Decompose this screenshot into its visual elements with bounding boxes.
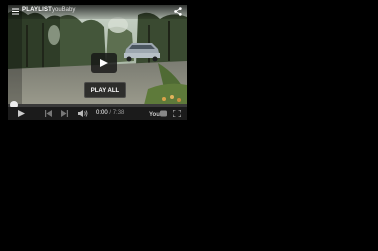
skip-next-icon[interactable]: [61, 110, 68, 117]
volume-icon[interactable]: [78, 110, 88, 117]
current-time: 0:00: [96, 110, 108, 116]
share-icon[interactable]: [174, 7, 182, 16]
channel-title[interactable]: youBaby: [52, 7, 75, 13]
duration: 7:38: [112, 110, 125, 116]
skip-previous-icon[interactable]: [45, 110, 52, 117]
fullscreen-icon[interactable]: [173, 110, 181, 117]
playlist-icon[interactable]: [12, 8, 19, 15]
time-display: 0:00 / 7:38: [96, 110, 124, 116]
video-player[interactable]: PLAYLIST youBaby PLAY ALL 0:00 / 7:38 Yo…: [8, 5, 187, 120]
playlist-label[interactable]: PLAYLIST: [22, 7, 52, 13]
page: PLAYLIST youBaby PLAY ALL 0:00 / 7:38 Yo…: [0, 0, 378, 251]
svg-text:You: You: [149, 112, 160, 117]
video-top-bar: PLAYLIST youBaby: [8, 5, 187, 19]
big-play-button[interactable]: [91, 53, 117, 73]
play-icon[interactable]: [18, 110, 25, 117]
play-all-button[interactable]: PLAY ALL: [84, 82, 126, 98]
youtube-logo-icon[interactable]: You: [149, 110, 167, 117]
play-icon: [100, 59, 108, 67]
player-controls: 0:00 / 7:38 You: [8, 107, 187, 120]
